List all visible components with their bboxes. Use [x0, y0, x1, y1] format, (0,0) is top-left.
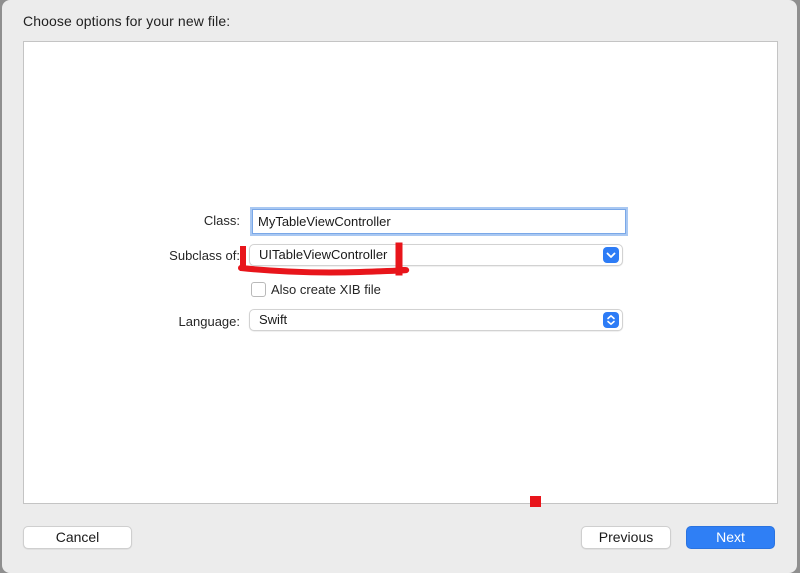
subclass-label: Subclass of:: [169, 248, 240, 263]
class-name-input[interactable]: MyTableViewController: [252, 209, 626, 234]
create-xib-checkbox[interactable]: [251, 282, 266, 297]
create-xib-label[interactable]: Also create XIB file: [271, 282, 381, 297]
dialog-title: Choose options for your new file:: [23, 13, 231, 29]
subclass-popup[interactable]: UITableViewController: [249, 244, 623, 266]
up-down-chevron-icon: [603, 312, 619, 328]
previous-button[interactable]: Previous: [581, 526, 671, 549]
language-label: Language:: [178, 314, 240, 329]
language-popup[interactable]: Swift: [249, 309, 623, 331]
class-label: Class:: [203, 213, 240, 228]
subclass-value: UITableViewController: [259, 247, 388, 262]
chevron-down-icon: [603, 247, 619, 263]
options-panel: [23, 41, 778, 504]
red-marker-annotation: [530, 496, 541, 507]
cancel-button[interactable]: Cancel: [23, 526, 132, 549]
new-file-dialog: Choose options for your new file: Class:…: [2, 0, 797, 573]
language-value: Swift: [259, 312, 288, 327]
next-button[interactable]: Next: [686, 526, 775, 549]
